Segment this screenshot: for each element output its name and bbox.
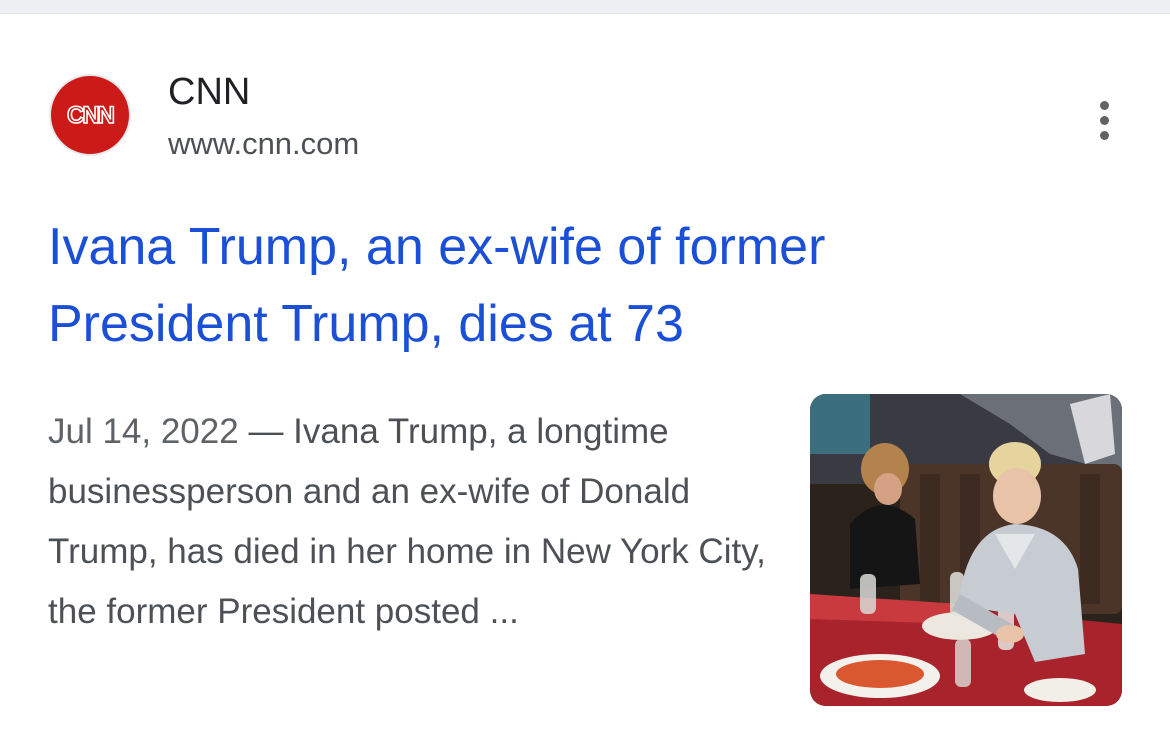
result-headline-link[interactable]: Ivana Trump, an ex-wife of former Presid… (48, 209, 1048, 363)
source-name[interactable]: CNN (168, 70, 250, 114)
result-snippet: Jul 14, 2022 — Ivana Trump, a longtime b… (48, 402, 768, 642)
menu-dot (1099, 100, 1109, 110)
top-divider-strip (0, 0, 1170, 14)
result-thumbnail-image[interactable] (810, 394, 1122, 706)
menu-dot (1099, 130, 1109, 140)
menu-dot (1099, 115, 1109, 125)
search-result-card: CNN CNN www.cnn.com Ivana Trump, an ex-w… (0, 14, 1170, 738)
date-separator: — (238, 412, 294, 451)
cnn-logo-icon[interactable]: CNN (49, 74, 131, 156)
more-vert-icon[interactable] (1084, 96, 1124, 144)
source-url[interactable]: www.cnn.com (168, 126, 359, 162)
svg-text:CNN: CNN (67, 102, 114, 129)
result-date: Jul 14, 2022 (48, 412, 239, 451)
